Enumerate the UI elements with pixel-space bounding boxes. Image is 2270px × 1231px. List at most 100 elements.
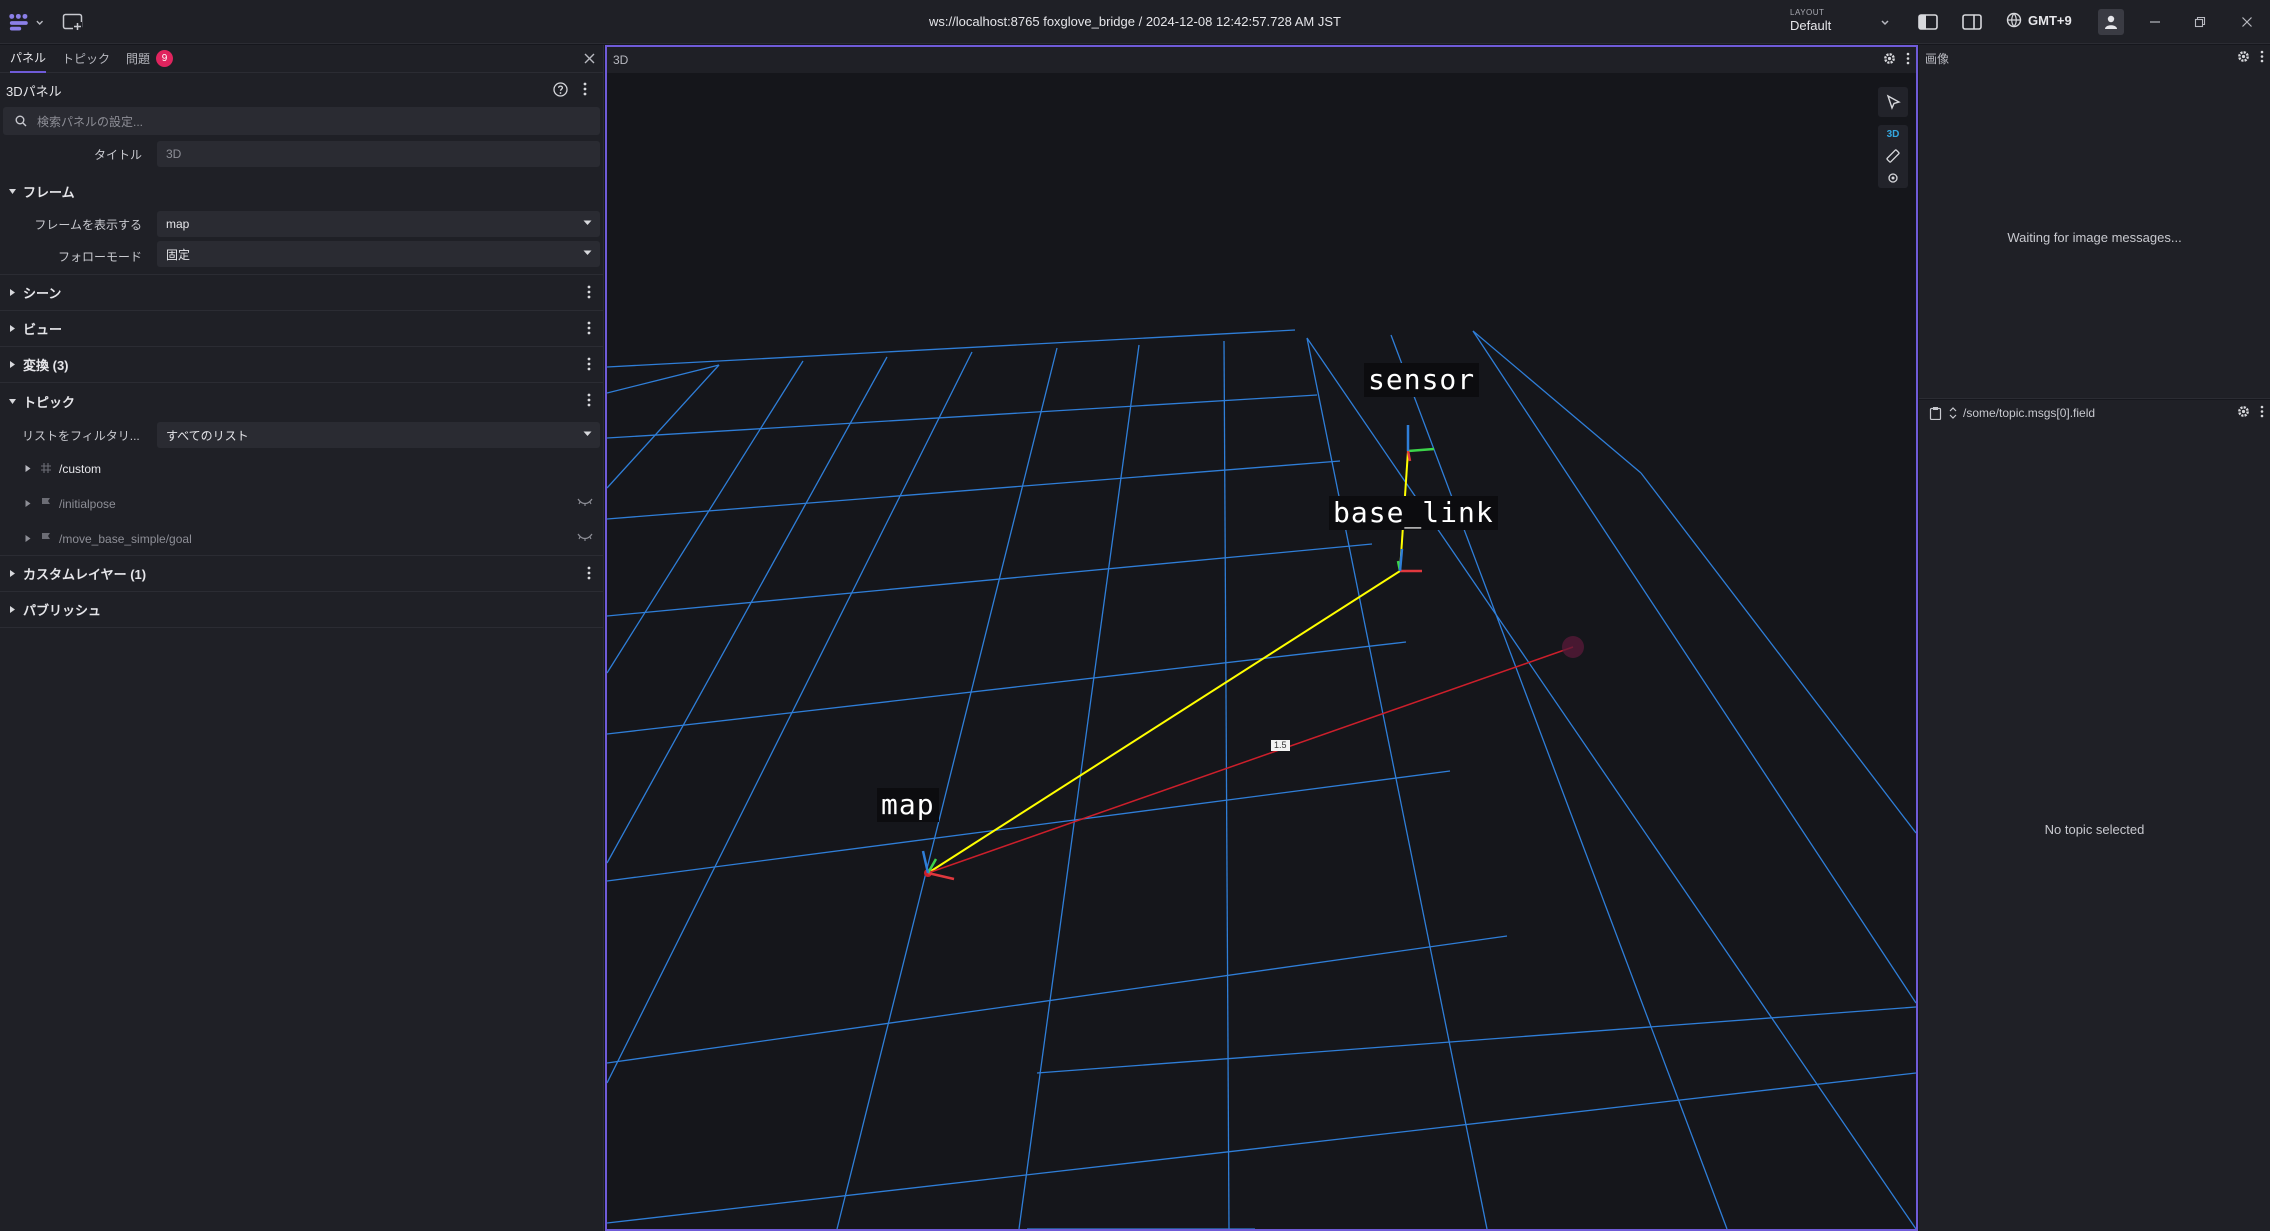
viewport-toolbar: 3D: [1878, 87, 1908, 188]
select-tool-button[interactable]: [1878, 87, 1908, 117]
more-vertical-icon: [583, 82, 587, 96]
layout-label: LAYOUT: [1790, 8, 1825, 17]
right-sidebar-icon: [1962, 14, 1982, 30]
more-vertical-icon[interactable]: [587, 321, 591, 335]
3d-panel-title[interactable]: 3D: [613, 53, 628, 67]
section-publish[interactable]: パブリッシュ: [0, 592, 603, 628]
add-panel-button[interactable]: [62, 12, 84, 37]
search-icon: [15, 115, 27, 127]
tab-panel[interactable]: パネル: [10, 45, 47, 73]
tab-label: トピック: [62, 52, 111, 66]
clipboard-icon[interactable]: [1929, 406, 1942, 420]
message-path-input[interactable]: /some/topic.msgs[0].field: [1963, 406, 2095, 420]
follow-mode-select[interactable]: 固定: [157, 241, 600, 267]
tab-problems[interactable]: 問題 9: [126, 45, 174, 73]
toggle-right-sidebar-button[interactable]: [1961, 11, 1983, 33]
view-tool-group: 3D: [1878, 125, 1908, 188]
connection-title[interactable]: ws://localhost:8765 foxglove_bridge / 20…: [929, 14, 1341, 29]
visibility-off-icon[interactable]: [577, 498, 593, 506]
section-custom-layers[interactable]: カスタムレイヤー (1): [0, 556, 603, 592]
topic-name: /initialpose: [59, 497, 116, 511]
dropdown-caret-icon: [583, 250, 592, 255]
follow-mode-value: 固定: [166, 247, 191, 262]
tf-link-map-base-link: [927, 570, 1401, 874]
measure-distance-label: 1.5: [1271, 740, 1290, 751]
tab-topics[interactable]: トピック: [62, 45, 110, 73]
restore-window-button[interactable]: [2189, 11, 2211, 33]
search-placeholder: 検索パネルの設定...: [37, 114, 144, 129]
section-frame[interactable]: フレーム: [0, 173, 603, 209]
3d-panel-toolbar: 3D: [607, 47, 1916, 73]
panel-title: 3Dパネル: [6, 83, 62, 99]
section-label: ビュー: [23, 322, 63, 337]
topic-filter-value: すべてのリスト: [166, 428, 249, 443]
restore-icon: [2194, 16, 2206, 28]
chevron-down-icon: [1881, 20, 1889, 26]
more-vertical-icon[interactable]: [2260, 50, 2264, 63]
raw-messages-panel: /some/topic.msgs[0].field No topic selec…: [1919, 400, 2270, 1231]
toggle-left-sidebar-button[interactable]: [1917, 11, 1939, 33]
settings-gear-icon[interactable]: [2237, 50, 2250, 63]
display-frame-row: フレームを表示する map: [0, 209, 603, 239]
topic-filter-select[interactable]: すべてのリスト: [157, 422, 600, 448]
close-window-button[interactable]: [2236, 11, 2258, 33]
minimize-window-button[interactable]: [2144, 11, 2166, 33]
more-vertical-icon[interactable]: [2260, 405, 2264, 418]
flag-icon: [42, 498, 50, 509]
settings-gear-icon[interactable]: [2237, 405, 2250, 418]
publish-point-icon[interactable]: [1887, 172, 1899, 184]
section-view[interactable]: ビュー: [0, 311, 603, 347]
panel-menu-button[interactable]: [583, 82, 587, 99]
caret-right-icon: [10, 325, 15, 332]
3d-viewport[interactable]: [607, 73, 1916, 1229]
title-input[interactable]: 3D: [157, 141, 600, 167]
more-vertical-icon[interactable]: [587, 357, 591, 371]
frame-label-base-link: base_link: [1329, 496, 1498, 530]
close-icon: [2242, 17, 2252, 27]
panel-settings-sidebar: パネル トピック 問題 9 3Dパネル 検索パネルの設定... タイトル 3D …: [0, 45, 604, 1231]
display-frame-select[interactable]: map: [157, 211, 600, 237]
follow-mode-row: フォローモード 固定: [0, 239, 603, 275]
close-icon: [584, 53, 595, 64]
expand-collapse-icon[interactable]: [1949, 406, 1957, 420]
frame-label-sensor: sensor: [1364, 363, 1480, 397]
more-vertical-icon[interactable]: [587, 393, 591, 407]
title-field-row: タイトル 3D: [0, 139, 603, 169]
more-vertical-icon[interactable]: [587, 285, 591, 299]
measure-line: [927, 646, 1574, 874]
topic-row-move-base-goal[interactable]: /move_base_simple/goal: [0, 521, 603, 556]
more-vertical-icon[interactable]: [587, 566, 591, 580]
topic-filter-row: リストをフィルタリ... すべてのリスト: [0, 419, 603, 451]
section-transforms[interactable]: 変換 (3): [0, 347, 603, 383]
sidebar-tabs: パネル トピック 問題 9: [0, 45, 603, 73]
app-menu-button[interactable]: [8, 11, 44, 35]
caret-right-icon[interactable]: [24, 499, 32, 508]
toggle-3d-button[interactable]: 3D: [1887, 129, 1900, 140]
settings-gear-icon[interactable]: [1883, 52, 1896, 65]
minimize-icon: [2150, 21, 2160, 23]
caret-right-icon[interactable]: [24, 534, 32, 543]
visibility-off-icon[interactable]: [577, 533, 593, 541]
caret-right-icon: [10, 570, 15, 577]
caret-down-icon: [9, 188, 16, 194]
layout-selector[interactable]: LAYOUT Default: [1790, 8, 1890, 36]
user-account-button[interactable]: [2098, 9, 2124, 35]
help-button[interactable]: [553, 82, 568, 100]
3d-panel: 3D sensor base_link map 1.5 3D: [605, 45, 1918, 1231]
section-topics[interactable]: トピック: [0, 383, 603, 419]
foxglove-logo-icon: [9, 13, 28, 31]
topic-row-initialpose[interactable]: /initialpose: [0, 486, 603, 521]
ruler-icon[interactable]: [1885, 148, 1901, 164]
section-scene[interactable]: シーン: [0, 275, 603, 311]
tab-label: パネル: [10, 51, 47, 65]
axes-sensor: [1406, 425, 1435, 462]
close-sidebar-button[interactable]: [584, 51, 595, 67]
topic-row-custom[interactable]: /custom: [0, 451, 603, 486]
caret-right-icon[interactable]: [24, 464, 32, 473]
more-vertical-icon[interactable]: [1906, 52, 1910, 65]
settings-search-input[interactable]: 検索パネルの設定...: [3, 107, 600, 135]
image-panel-title[interactable]: 画像: [1925, 50, 1949, 67]
image-waiting-message: Waiting for image messages...: [2007, 230, 2182, 245]
timezone-selector[interactable]: GMT+9: [2006, 12, 2072, 28]
section-label: シーン: [23, 286, 62, 301]
